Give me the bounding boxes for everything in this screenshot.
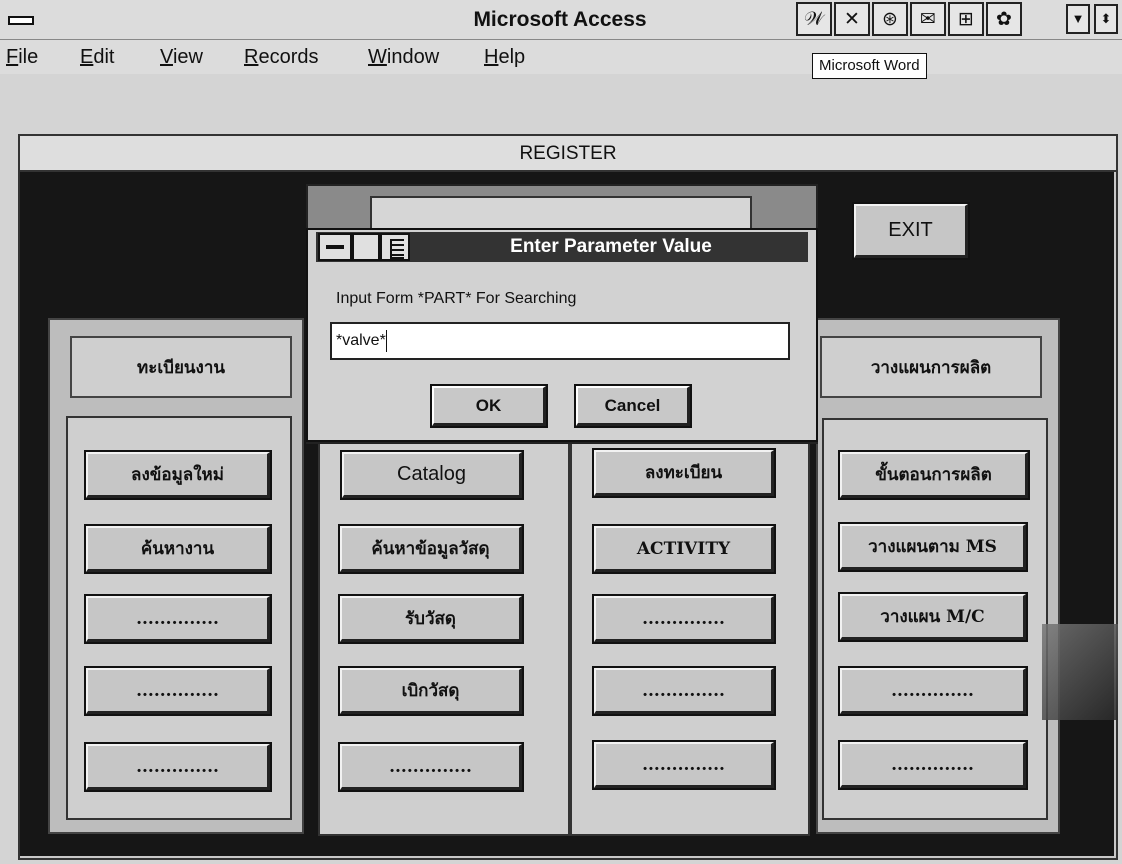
col4-button-4[interactable]: .............. (840, 668, 1026, 714)
scan-artifact (1042, 624, 1118, 720)
col1-button-1[interactable]: ลงข้อมูลใหม่ (86, 452, 270, 498)
excel-icon[interactable]: ✕ (834, 2, 870, 36)
header-register-work[interactable]: ทะเบียนงาน (70, 336, 292, 398)
app-title: Microsoft Access (473, 8, 647, 31)
exit-button[interactable]: EXIT (854, 204, 968, 258)
col4-button-2[interactable]: วางแผนตาม MS (840, 524, 1026, 570)
col3-button-1[interactable]: ลงทะเบียน (594, 450, 774, 496)
minimize-button[interactable]: ▼ (1066, 4, 1090, 34)
system-menu-button[interactable] (2, 6, 36, 34)
restore-button[interactable]: ⬍ (1094, 4, 1118, 34)
col2-button-catalog[interactable]: Catalog (342, 452, 522, 498)
powerpoint-icon[interactable]: ⊛ (872, 2, 908, 36)
parameter-value: *valve* (336, 332, 386, 349)
dialog-system-menu-icon (326, 245, 344, 249)
col2-button-2[interactable]: ค้นหาข้อมูลวัสดุ (340, 526, 522, 572)
dialog-title: Enter Parameter Value (510, 236, 712, 257)
col4-button-5[interactable]: .............. (840, 742, 1026, 788)
col2-button-3[interactable]: รับวัสดุ (340, 596, 522, 642)
form-header-field (370, 196, 752, 232)
ok-button[interactable]: OK (432, 386, 546, 426)
dialog-minimize-button[interactable] (352, 233, 380, 261)
col3-button-5[interactable]: .............. (594, 742, 774, 788)
col1-button-5[interactable]: .............. (86, 744, 270, 790)
menu-file[interactable]: File (6, 44, 38, 70)
menu-view[interactable]: View (160, 44, 203, 70)
text-cursor (385, 329, 387, 352)
schedule-icon[interactable]: ✿ (986, 2, 1022, 36)
parameter-input[interactable]: *valve* (330, 322, 790, 360)
register-title: REGISTER (20, 136, 1116, 172)
mail-icon[interactable]: ✉ (910, 2, 946, 36)
col1-button-4[interactable]: .............. (86, 668, 270, 714)
col3-button-4[interactable]: .............. (594, 668, 774, 714)
header-production-planning[interactable]: วางแผนการผลิต (820, 336, 1042, 398)
col1-button-3[interactable]: .............. (86, 596, 270, 642)
col4-button-1[interactable]: ขั้นตอนการผลิต (840, 452, 1028, 498)
col1-button-2[interactable]: ค้นหางาน (86, 526, 270, 572)
system-menu-icon (8, 16, 34, 25)
col3-button-activity[interactable]: ACTIVITY (594, 526, 774, 572)
dialog-system-menu[interactable] (318, 233, 352, 261)
col4-button-3[interactable]: วางแผน M/C (840, 594, 1026, 640)
dialog-menu-button[interactable] (380, 233, 410, 261)
menu-records[interactable]: Records (244, 44, 318, 70)
menu-edit[interactable]: Edit (80, 44, 114, 70)
cancel-button[interactable]: Cancel (576, 386, 690, 426)
word-icon[interactable]: 𝒲 (796, 2, 832, 36)
dialog-prompt: Input Form *PART* For Searching (336, 290, 577, 307)
tooltip: Microsoft Word (812, 53, 927, 79)
project-icon[interactable]: ⊞ (948, 2, 984, 36)
col2-button-5[interactable]: .............. (340, 744, 522, 790)
col2-button-4[interactable]: เบิกวัสดุ (340, 668, 522, 714)
menu-help[interactable]: Help (484, 44, 525, 70)
list-icon (390, 239, 404, 259)
menu-window[interactable]: Window (368, 44, 439, 70)
col3-button-3[interactable]: .............. (594, 596, 774, 642)
